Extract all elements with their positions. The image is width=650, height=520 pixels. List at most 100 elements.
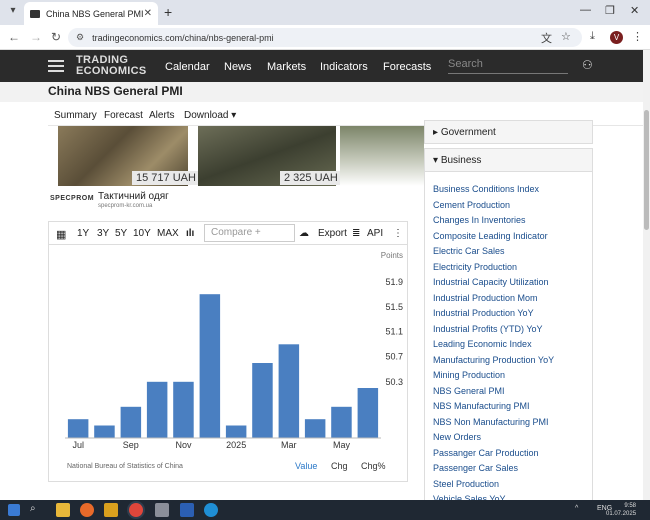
range-max[interactable]: MAX xyxy=(157,228,179,239)
clock[interactable]: 9:58 01.07.2025 xyxy=(606,502,636,518)
chart-bar[interactable] xyxy=(173,381,194,438)
file-explorer-icon[interactable] xyxy=(56,503,70,517)
reload-icon[interactable]: ↻ xyxy=(51,30,61,44)
sidebar-item-link[interactable]: Industrial Production YoY xyxy=(433,308,534,318)
sidebar-item-link[interactable]: NBS Manufacturing PMI xyxy=(433,401,530,411)
chart-bar[interactable] xyxy=(146,381,168,438)
chart-type-icon[interactable]: ılı xyxy=(186,228,194,239)
chart-bar[interactable] xyxy=(304,419,326,438)
range-1y[interactable]: 1Y xyxy=(77,228,89,239)
ad-url[interactable]: specprom-kr.com.ua xyxy=(98,203,152,209)
scrollbar-thumb[interactable] xyxy=(644,110,649,230)
tab-download[interactable]: Download ▾ xyxy=(184,110,236,121)
user-icon[interactable]: ⚇ xyxy=(582,58,593,72)
chart-bar[interactable] xyxy=(67,419,89,438)
translate-icon[interactable]: 文 xyxy=(541,30,552,46)
export-button[interactable]: Export xyxy=(318,228,347,239)
edge-icon[interactable] xyxy=(204,503,218,517)
nav-forecasts[interactable]: Forecasts xyxy=(383,61,431,73)
browser-tab[interactable]: China NBS General PMI ✕ xyxy=(24,2,158,25)
page-scrollbar[interactable] xyxy=(643,50,650,500)
sidebar-item-link[interactable]: Composite Leading Indicator xyxy=(433,231,548,241)
app-icon-2[interactable] xyxy=(155,503,169,517)
chart-bar[interactable] xyxy=(225,425,247,439)
sidebar-item-link[interactable]: Passenger Car Sales xyxy=(433,463,518,473)
sidebar-item-link[interactable]: Manufacturing Production YoY xyxy=(433,355,554,365)
ad-banner[interactable]: 15 717 UAH 2 325 UAH xyxy=(48,126,424,186)
nav-news[interactable]: News xyxy=(224,61,252,73)
app-icon[interactable] xyxy=(104,503,118,517)
menu-kebab-icon[interactable]: ⋮ xyxy=(632,30,643,43)
download-icon[interactable]: ⤓ xyxy=(590,30,595,43)
search-input[interactable]: Search xyxy=(448,58,568,74)
forward-icon[interactable]: → xyxy=(30,30,42,44)
tray-chevron-icon[interactable]: ^ xyxy=(575,505,578,512)
windows-start-icon[interactable] xyxy=(8,504,20,516)
sidebar-item-link[interactable]: NBS Non Manufacturing PMI xyxy=(433,417,549,427)
tab-list-icon[interactable]: ▾ xyxy=(6,5,20,19)
sidebar-item-link[interactable]: Changes In Inventories xyxy=(433,215,526,225)
range-10y[interactable]: 10Y xyxy=(133,228,151,239)
legend-chg-pct[interactable]: Chg% xyxy=(361,461,386,471)
site-logo[interactable]: TRADING ECONOMICS xyxy=(76,55,147,77)
new-tab-icon[interactable]: + xyxy=(164,4,172,20)
maximize-icon[interactable]: ❐ xyxy=(605,4,615,17)
sidebar-item-link[interactable]: New Orders xyxy=(433,432,481,442)
export-icon[interactable]: ☁ xyxy=(299,228,309,239)
sidebar-item-link[interactable]: Leading Economic Index xyxy=(433,339,532,349)
sidebar-item-link[interactable]: Electric Car Sales xyxy=(433,246,505,256)
chart-bar[interactable] xyxy=(120,406,142,438)
sidebar-item-link[interactable]: Electricity Production xyxy=(433,262,517,272)
close-window-icon[interactable]: ✕ xyxy=(630,4,639,17)
nav-indicators[interactable]: Indicators xyxy=(320,61,368,73)
sidebar-item-link[interactable]: Steel Production xyxy=(433,479,499,489)
nav-markets[interactable]: Markets xyxy=(267,61,306,73)
compare-input[interactable]: Compare + xyxy=(204,224,295,242)
profile-avatar[interactable]: V xyxy=(610,31,623,44)
windows-taskbar: ⌕ ^ ENG 9:58 01.07.2025 xyxy=(0,500,650,520)
sidebar-item-link[interactable]: Industrial Profits (YTD) YoY xyxy=(433,324,543,334)
y-tick-label: 51.1 xyxy=(385,327,403,337)
bookmark-star-icon[interactable]: ☆ xyxy=(561,30,571,43)
nav-calendar[interactable]: Calendar xyxy=(165,61,210,73)
legend-value[interactable]: Value xyxy=(295,461,317,471)
sidebar-item-link[interactable]: Industrial Capacity Utilization xyxy=(433,277,549,287)
url-field[interactable]: ⚙ tradingeconomics.com/china/nbs-general… xyxy=(68,28,582,47)
legend-chg[interactable]: Chg xyxy=(331,461,348,471)
chrome-icon[interactable] xyxy=(129,503,143,517)
sidebar-section-government[interactable]: ▸ Government xyxy=(424,120,593,144)
ad-image-gear[interactable] xyxy=(340,126,424,186)
firefox-icon[interactable] xyxy=(80,503,94,517)
chart-bar[interactable] xyxy=(331,406,352,438)
word-icon[interactable] xyxy=(180,503,194,517)
sidebar-item-link[interactable]: Passanger Car Production xyxy=(433,448,539,458)
sidebar-item-link[interactable]: Industrial Production Mom xyxy=(433,293,538,303)
sidebar-item-link[interactable]: Business Conditions Index xyxy=(433,184,539,194)
chart-bar[interactable] xyxy=(357,388,379,438)
minimize-icon[interactable]: — xyxy=(580,4,591,16)
tab-summary[interactable]: Summary xyxy=(54,110,97,121)
range-5y[interactable]: 5Y xyxy=(115,228,127,239)
api-button[interactable]: API xyxy=(367,228,383,239)
search-icon[interactable]: ⌕ xyxy=(30,503,44,517)
database-icon[interactable]: ≣ xyxy=(352,228,360,239)
back-icon[interactable]: ← xyxy=(8,30,20,44)
ad-title[interactable]: Тактичний одяг xyxy=(98,191,169,202)
chart-bar[interactable] xyxy=(199,294,221,438)
calendar-icon[interactable]: ▦ xyxy=(56,228,66,241)
chart-bar[interactable] xyxy=(252,363,273,438)
chart-bar[interactable] xyxy=(278,344,300,438)
tab-forecast[interactable]: Forecast xyxy=(104,110,143,121)
site-info-icon[interactable]: ⚙ xyxy=(76,32,84,43)
hamburger-menu-icon[interactable] xyxy=(48,60,64,72)
chart-bar[interactable] xyxy=(94,425,115,439)
sidebar-item-link[interactable]: Cement Production xyxy=(433,200,510,210)
sidebar-item-link[interactable]: Mining Production xyxy=(433,370,505,380)
more-options-icon[interactable]: ⋮ xyxy=(393,228,403,239)
tab-alerts[interactable]: Alerts xyxy=(149,110,175,121)
range-3y[interactable]: 3Y xyxy=(97,228,109,239)
sidebar-section-business[interactable]: ▾ Business xyxy=(424,148,593,172)
sidebar-item-link[interactable]: NBS General PMI xyxy=(433,386,505,396)
close-tab-icon[interactable]: ✕ xyxy=(144,8,152,19)
ad-price-2: 2 325 UAH xyxy=(280,171,342,185)
